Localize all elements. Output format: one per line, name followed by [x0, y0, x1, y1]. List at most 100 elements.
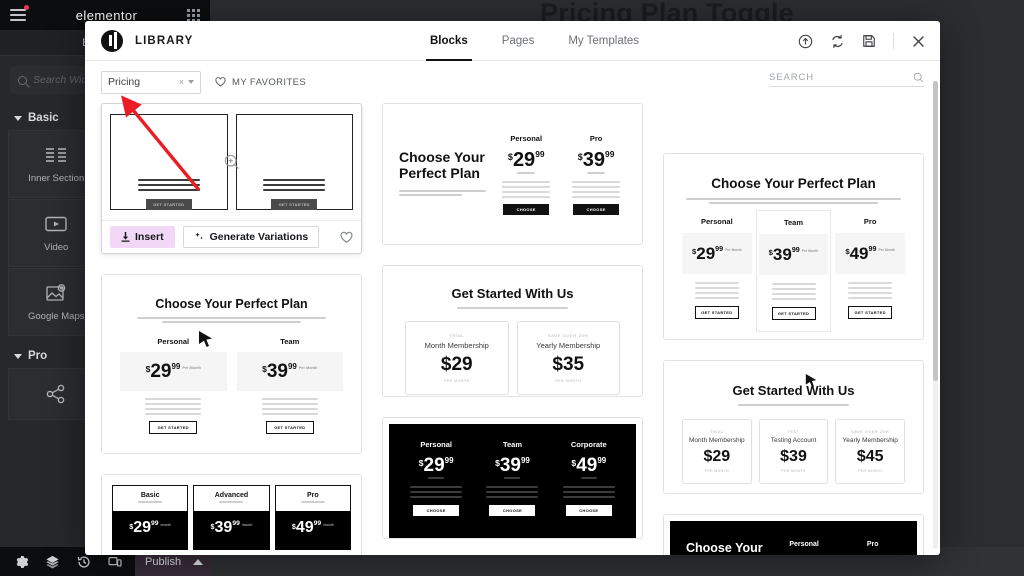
plan-amount: 39 — [582, 148, 606, 171]
plan-period: Per Month — [298, 365, 318, 370]
plan-title: Personal — [789, 541, 819, 548]
template-preview[interactable]: Choose Your Perfect Plan Personal $ 29 9… — [102, 275, 361, 453]
tab-pages[interactable]: Pages — [502, 21, 535, 61]
generate-variations-button[interactable]: Generate Variations — [182, 226, 320, 248]
plan-cta: GET STARTED — [848, 306, 893, 319]
upload-icon[interactable] — [797, 33, 813, 49]
template-card[interactable]: Basic $ 29 99 /month Advanced $ 39 99 /m… — [101, 474, 362, 555]
zoom-in-icon[interactable] — [223, 154, 240, 171]
plan-period: PER MONTH — [704, 469, 729, 473]
plan-amount: 39 — [499, 455, 521, 476]
template-card[interactable]: Choose Your Perfect Personal $ 29 99 — [663, 514, 924, 555]
plan-amount: 39 — [266, 361, 288, 382]
template-preview[interactable]: Choose Your Perfect Plan Personal $ 29 9… — [664, 154, 923, 339]
template-preview[interactable]: Basic $ 29 99 /month Advanced $ 39 99 /m… — [102, 475, 361, 555]
plan-period: /month — [241, 523, 253, 528]
plan-cta: GET STARTED — [694, 306, 739, 319]
plan-amount: 39 — [155, 148, 178, 170]
plan-period: Per Month — [182, 365, 201, 370]
template-card[interactable]: Basic $ 39 99 GET STARTED Pro $ 59 99 GE… — [101, 103, 362, 254]
plan-cents: 99 — [303, 148, 313, 159]
template-card[interactable]: Choose Your Perfect Plan Personal $ 29 9… — [101, 274, 362, 454]
tab-blocks[interactable]: Blocks — [426, 21, 472, 61]
divider — [893, 33, 894, 49]
modal-header: LIBRARY Blocks Pages My Templates — [85, 21, 940, 61]
template-preview[interactable]: Choose Your Perfect Plan Personal $ 29 9… — [383, 104, 642, 244]
chevron-down-icon — [14, 115, 22, 121]
heart-outline-icon[interactable] — [340, 231, 353, 244]
template-column-1: Basic $ 39 99 GET STARTED Pro $ 59 99 GE… — [101, 103, 362, 555]
plan-title: Team — [502, 440, 523, 449]
plan-amount: 29 — [133, 519, 151, 536]
search-input[interactable]: SEARCH — [769, 72, 924, 87]
responsive-icon[interactable] — [107, 554, 122, 569]
plan-badge: SAVE OVER 25% — [851, 430, 890, 434]
search-icon — [18, 75, 27, 85]
clear-filter-icon[interactable]: × — [179, 77, 184, 87]
plan-amount: 49 — [849, 244, 869, 263]
plan-cents: 99 — [868, 244, 877, 253]
template-card[interactable]: Choose Your Perfect Plan Personal $ 29 9… — [382, 103, 643, 245]
plan-amount: $29 — [703, 448, 731, 465]
download-icon — [121, 232, 130, 242]
template-preview[interactable]: Choose Your Perfect Personal $ 29 99 — [664, 515, 923, 555]
columns-icon — [43, 144, 69, 166]
plan-amount: 29 — [696, 244, 716, 263]
plan-title: Yearly Membership — [842, 437, 898, 444]
tab-my-templates-label: My Templates — [568, 35, 640, 47]
plan-cta: GET STARTED — [145, 199, 192, 210]
history-icon[interactable] — [76, 554, 91, 569]
widget-google-maps-label: Google Maps — [27, 311, 85, 322]
category-filter-dropdown[interactable]: Pricing × — [101, 70, 201, 94]
plan-cents: 99 — [791, 245, 800, 254]
template-preview[interactable]: Basic $ 39 99 GET STARTED Pro $ 59 99 GE… — [102, 104, 361, 220]
template-preview[interactable]: Get Started With Us TRIAL Month Membersh… — [664, 361, 923, 493]
plan-title: Pro — [589, 133, 603, 143]
template-card[interactable]: Get Started With Us TRIAL Month Membersh… — [382, 265, 643, 397]
modal-subheader: Pricing × MY FAVORITES SEARCH — [85, 61, 940, 103]
sync-icon[interactable] — [829, 33, 845, 49]
tab-my-templates[interactable]: My Templates — [568, 21, 639, 61]
template-preview[interactable]: Personal $ 29 99 CHOOSE Team $ 39 99 CHO… — [383, 418, 642, 538]
plan-cents: 99 — [232, 519, 240, 527]
plan-title: Month Membership — [689, 437, 745, 444]
settings-gear-icon[interactable] — [14, 554, 29, 569]
scrollbar-thumb[interactable] — [933, 81, 938, 381]
my-favorites-label: MY FAVORITES — [232, 76, 307, 88]
layers-icon[interactable] — [45, 554, 60, 569]
chevron-up-icon[interactable] — [193, 558, 204, 565]
plan-amount: 29 — [423, 455, 445, 476]
hamburger-menu-icon[interactable] — [10, 5, 29, 21]
template-card[interactable]: Personal $ 29 99 CHOOSE Team $ 39 99 CHO… — [382, 417, 643, 539]
publish-button-label: Publish — [145, 555, 182, 568]
plan-period: PER MONTH — [858, 469, 883, 473]
insert-button[interactable]: Insert — [110, 226, 175, 248]
my-favorites-filter[interactable]: MY FAVORITES — [215, 77, 306, 88]
template-heading: Choose Your Perfect Plan — [155, 297, 308, 311]
save-icon[interactable] — [861, 33, 877, 49]
plan-amount: 49 — [576, 455, 598, 476]
search-icon — [913, 72, 924, 83]
plan-title: Team — [280, 337, 300, 346]
template-card[interactable]: Get Started With Us TRIAL Month Membersh… — [663, 360, 924, 494]
widget-section-pro-label: Pro — [28, 350, 48, 362]
plan-badge: TRIAL — [449, 333, 465, 338]
plan-title: Personal — [157, 337, 190, 346]
plan-badge: SAVE OVER 25% — [547, 333, 589, 338]
modal-tabs: Blocks Pages My Templates — [426, 21, 639, 61]
plan-cents: 99 — [313, 519, 322, 527]
insert-button-label: Insert — [135, 231, 164, 243]
plan-title: Basic — [140, 492, 160, 499]
plan-title: Basic — [158, 126, 179, 135]
template-card[interactable]: Choose Your Perfect Plan Personal $ 29 9… — [663, 153, 924, 340]
close-icon[interactable] — [910, 33, 926, 49]
app-grid-icon[interactable] — [186, 8, 200, 22]
template-card-actions: Insert Generate Variations — [102, 220, 361, 253]
modal-scrollbar[interactable] — [933, 81, 938, 549]
plan-period: /month — [160, 523, 172, 528]
modal-title: LIBRARY — [135, 34, 194, 47]
template-preview[interactable]: Get Started With Us TRIAL Month Membersh… — [383, 266, 642, 396]
widget-video-label: Video — [44, 242, 69, 253]
search-placeholder: SEARCH — [769, 72, 814, 83]
plan-cents: 99 — [605, 149, 615, 160]
